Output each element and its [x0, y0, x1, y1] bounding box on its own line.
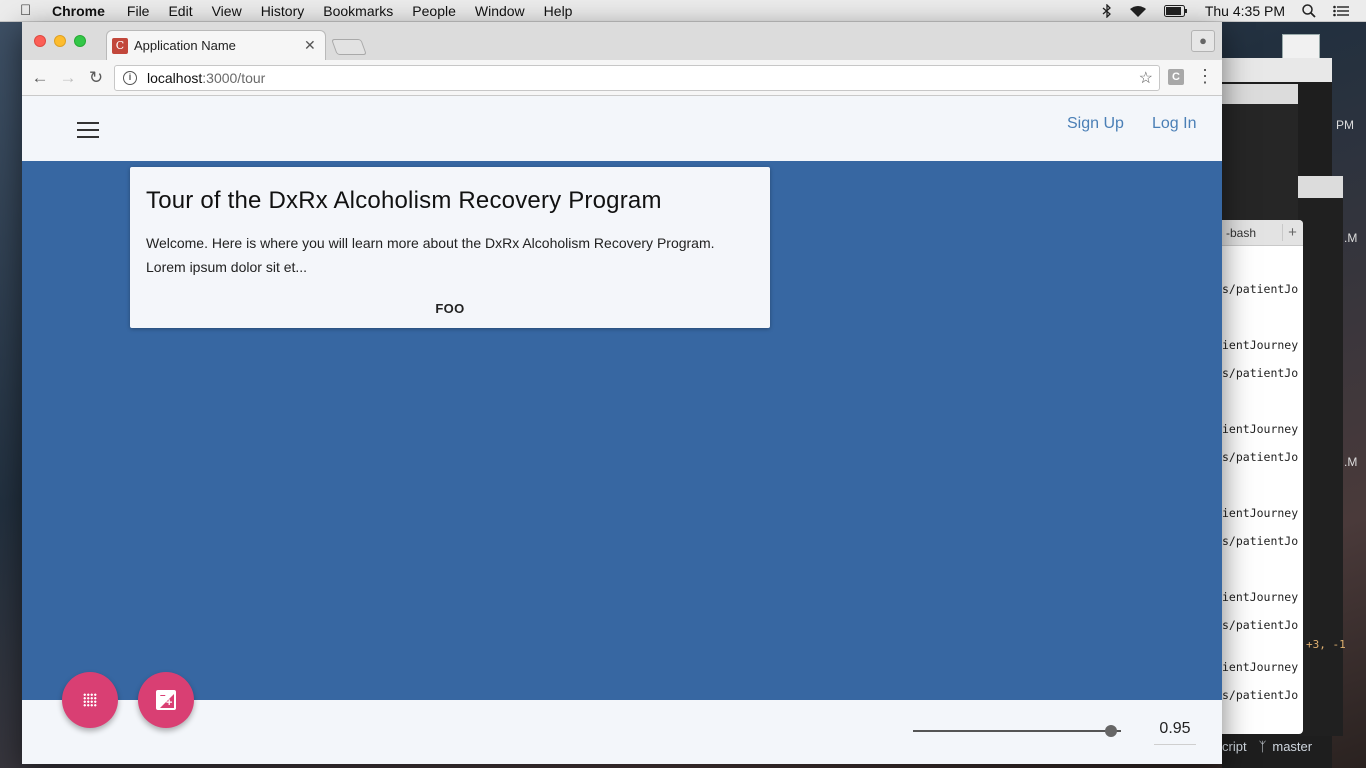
wifi-icon[interactable] — [1129, 5, 1147, 18]
macos-menu-bar:  Chrome File Edit View History Bookmark… — [0, 0, 1366, 22]
terminal-tab[interactable]: -bash — [1222, 226, 1282, 240]
back-arrow-icon[interactable]: ← — [30, 68, 50, 88]
url-text[interactable]: localhost:3000/tour — [147, 70, 265, 86]
clipped-window-text-2: .M — [1344, 455, 1358, 469]
new-tab-button[interactable] — [331, 39, 367, 55]
window-minimize-button[interactable] — [54, 35, 66, 47]
battery-icon[interactable] — [1163, 5, 1188, 17]
terminal-line: ientJourney — [1222, 506, 1299, 520]
menu-bookmarks[interactable]: Bookmarks — [323, 3, 393, 19]
tab-strip: C Application Name ✕ ● — [22, 22, 1222, 60]
apple-icon[interactable]:  — [20, 2, 38, 19]
tab-close-icon[interactable]: ✕ — [304, 37, 316, 54]
chrome-menu-icon[interactable]: ⋮ — [1196, 66, 1214, 87]
terminal-line: s/patientJo — [1222, 282, 1299, 296]
menu-history[interactable]: History — [261, 3, 305, 19]
menu-view[interactable]: View — [212, 3, 242, 19]
value-slider[interactable] — [913, 725, 1121, 737]
url-host: localhost — [147, 70, 203, 86]
slider-value-field[interactable]: 0.95 — [1154, 720, 1196, 745]
window-close-button[interactable] — [34, 35, 46, 47]
grid-fab-button[interactable] — [62, 672, 118, 728]
terminal-line: s/patientJo — [1222, 618, 1299, 632]
bluetooth-icon[interactable] — [1102, 4, 1112, 18]
spotlight-search-icon[interactable] — [1302, 4, 1316, 18]
terminal-line: ientJourney — [1222, 422, 1299, 436]
dot-grid-icon — [83, 693, 97, 707]
menu-edit[interactable]: Edit — [168, 3, 192, 19]
terminal-window[interactable]: -bash + s/patientJo ientJourney s/patien… — [1222, 220, 1303, 734]
terminal-line: ientJourney — [1222, 590, 1299, 604]
new-terminal-tab-button[interactable]: + — [1282, 224, 1302, 241]
menu-window[interactable]: Window — [475, 3, 525, 19]
menu-help[interactable]: Help — [544, 3, 573, 19]
git-diffstat: +3, -1 — [1306, 638, 1346, 651]
forward-arrow-icon[interactable]: → — [58, 68, 78, 88]
slider-thumb[interactable] — [1104, 725, 1117, 737]
address-bar[interactable]: i localhost:3000/tour ☆ — [114, 65, 1160, 91]
url-path: :3000/tour — [202, 70, 266, 86]
menu-file[interactable]: File — [127, 3, 150, 19]
terminal-line: s/patientJo — [1222, 450, 1299, 464]
menu-extras: Thu 4:35 PM — [1102, 0, 1366, 22]
bookmark-star-icon[interactable]: ☆ — [1139, 68, 1153, 88]
notification-center-icon[interactable] — [1333, 5, 1349, 17]
clipped-window-text: PM — [1336, 118, 1354, 132]
terminal-line: s/patientJo — [1222, 688, 1299, 702]
extension-icon[interactable]: C — [1168, 69, 1184, 85]
tab-title: Application Name — [134, 38, 236, 53]
card-action-button[interactable]: FOO — [130, 301, 770, 316]
terminal-line: s/patientJo — [1222, 534, 1299, 548]
editor-status-bar: cript ᛉ master — [1222, 736, 1366, 756]
sign-up-link[interactable]: Sign Up — [1067, 115, 1124, 133]
terminal-tab-bar: -bash + — [1222, 220, 1303, 246]
log-in-link[interactable]: Log In — [1152, 115, 1196, 133]
git-branch[interactable]: master — [1272, 739, 1312, 754]
terminal-line: s/patientJo — [1222, 366, 1299, 380]
status-language[interactable]: cript — [1222, 739, 1247, 754]
hamburger-menu-icon[interactable] — [77, 122, 99, 138]
menu-people[interactable]: People — [412, 3, 456, 19]
background-terminal-window[interactable] — [1298, 176, 1343, 736]
reload-icon[interactable]: ↻ — [86, 68, 106, 88]
tour-stage: Tour of the DxRx Alcoholism Recovery Pro… — [22, 161, 1222, 700]
chrome-window: C Application Name ✕ ● ← → ↻ i localhost… — [22, 22, 1222, 764]
window-zoom-button[interactable] — [74, 35, 86, 47]
card-body: Welcome. Here is where you will learn mo… — [146, 235, 715, 275]
profile-icon[interactable]: ● — [1191, 30, 1215, 52]
browser-toolbar: ← → ↻ i localhost:3000/tour ☆ C ⋮ — [22, 60, 1222, 96]
card-title: Tour of the DxRx Alcoholism Recovery Pro… — [146, 187, 662, 214]
exposure-fab-button[interactable]: – + — [138, 672, 194, 728]
app-bar: Sign Up Log In — [22, 97, 1222, 161]
bottom-bar: 0.95 — [22, 700, 1222, 764]
menu-app-name[interactable]: Chrome — [52, 3, 105, 19]
git-branch-icon: ᛉ — [1258, 738, 1267, 754]
favicon-icon: C — [112, 37, 128, 54]
terminal-line: ientJourney — [1222, 338, 1299, 352]
site-info-icon[interactable]: i — [123, 71, 137, 85]
web-page: Sign Up Log In Tour of the DxRx Alcoholi… — [22, 97, 1222, 764]
terminal-line: ientJourney — [1222, 660, 1299, 674]
clock[interactable]: Thu 4:35 PM — [1205, 3, 1285, 19]
browser-tab-active[interactable]: C Application Name ✕ — [106, 30, 326, 60]
exposure-icon: – + — [156, 690, 176, 710]
tour-card: Tour of the DxRx Alcoholism Recovery Pro… — [130, 167, 770, 328]
clipped-window-text-1: .M — [1344, 231, 1358, 245]
